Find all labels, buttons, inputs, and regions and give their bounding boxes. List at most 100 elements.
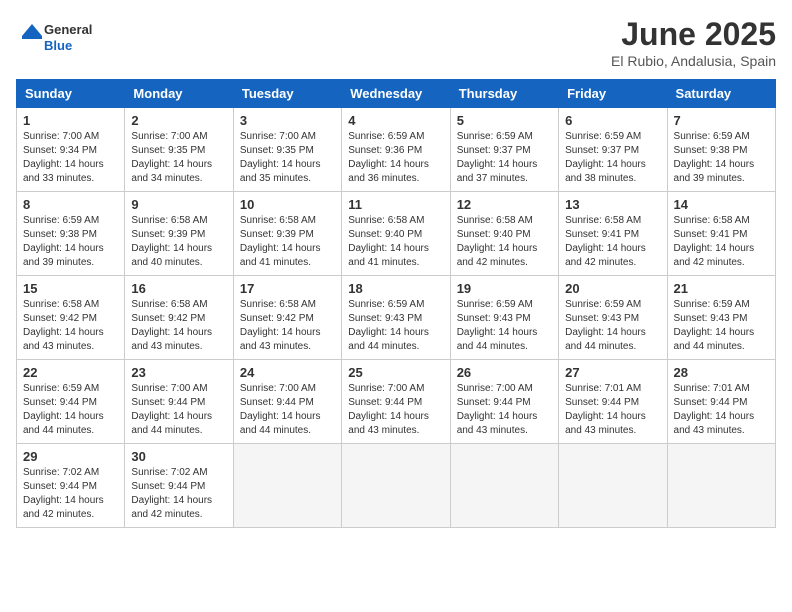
day-info: Sunrise: 6:58 AMSunset: 9:40 PMDaylight:…	[348, 214, 443, 270]
day-info: Sunrise: 6:59 AMSunset: 9:43 PMDaylight:…	[674, 298, 769, 354]
day-number: 12	[457, 197, 552, 212]
calendar-day-cell: 14 Sunrise: 6:58 AMSunset: 9:41 PMDayligh…	[667, 192, 775, 276]
day-info: Sunrise: 6:58 AMSunset: 9:42 PMDaylight:…	[23, 298, 118, 354]
day-number: 6	[565, 113, 660, 128]
calendar-day-cell: 25 Sunrise: 7:00 AMSunset: 9:44 PMDayligh…	[342, 360, 450, 444]
weekday-header: Friday	[559, 80, 667, 108]
calendar-day-cell: 26 Sunrise: 7:00 AMSunset: 9:44 PMDayligh…	[450, 360, 558, 444]
weekday-header: Sunday	[17, 80, 125, 108]
svg-text:General: General	[44, 22, 92, 37]
day-number: 13	[565, 197, 660, 212]
calendar-day-cell: 24Sunrise: 7:00 AMSunset: 9:44 PMDayligh…	[233, 360, 341, 444]
day-info: Sunrise: 6:59 AMSunset: 9:38 PMDaylight:…	[23, 214, 118, 270]
day-info: Sunrise: 6:59 AMSunset: 9:43 PMDaylight:…	[457, 298, 552, 354]
day-number: 10	[240, 197, 335, 212]
day-info: Sunrise: 7:00 AMSunset: 9:44 PMDaylight:…	[348, 382, 443, 438]
day-info: Sunrise: 7:00 AMSunset: 9:44 PMDaylight:…	[457, 382, 552, 438]
calendar-day-cell: 21 Sunrise: 6:59 AMSunset: 9:43 PMDayligh…	[667, 276, 775, 360]
location-title: El Rubio, Andalusia, Spain	[611, 53, 776, 69]
day-number: 22	[23, 365, 118, 380]
month-title: June 2025	[611, 16, 776, 53]
day-number: 9	[131, 197, 226, 212]
day-info: Sunrise: 6:58 AMSunset: 9:42 PMDaylight:…	[131, 298, 226, 354]
day-info: Sunrise: 6:59 AMSunset: 9:38 PMDaylight:…	[674, 130, 769, 186]
day-number: 14	[674, 197, 769, 212]
day-info: Sunrise: 7:00 AMSunset: 9:44 PMDaylight:…	[131, 382, 226, 438]
calendar-day-cell	[559, 444, 667, 528]
calendar-day-cell: 9 Sunrise: 6:58 AMSunset: 9:39 PMDaylight…	[125, 192, 233, 276]
day-number: 25	[348, 365, 443, 380]
calendar-day-cell: 23 Sunrise: 7:00 AMSunset: 9:44 PMDayligh…	[125, 360, 233, 444]
day-info: Sunrise: 6:58 AMSunset: 9:41 PMDaylight:…	[565, 214, 660, 270]
calendar-week-row: 22Sunrise: 6:59 AMSunset: 9:44 PMDayligh…	[17, 360, 776, 444]
calendar-day-cell: 15 Sunrise: 6:58 AMSunset: 9:42 PMDayligh…	[17, 276, 125, 360]
day-number: 29	[23, 449, 118, 464]
logo-svg: General Blue	[16, 16, 106, 61]
calendar-week-row: 29 Sunrise: 7:02 AMSunset: 9:44 PMDayligh…	[17, 444, 776, 528]
weekday-header: Monday	[125, 80, 233, 108]
day-number: 17	[240, 281, 335, 296]
calendar-day-cell: 30Sunrise: 7:02 AMSunset: 9:44 PMDayligh…	[125, 444, 233, 528]
day-number: 27	[565, 365, 660, 380]
calendar-day-cell	[450, 444, 558, 528]
weekday-header: Thursday	[450, 80, 558, 108]
calendar-day-cell: 8 Sunrise: 6:59 AMSunset: 9:38 PMDaylight…	[17, 192, 125, 276]
day-info: Sunrise: 7:01 AMSunset: 9:44 PMDaylight:…	[674, 382, 769, 438]
calendar-day-cell: 27 Sunrise: 7:01 AMSunset: 9:44 PMDayligh…	[559, 360, 667, 444]
day-number: 15	[23, 281, 118, 296]
day-number: 28	[674, 365, 769, 380]
day-info: Sunrise: 6:58 AMSunset: 9:41 PMDaylight:…	[674, 214, 769, 270]
day-info: Sunrise: 6:58 AMSunset: 9:40 PMDaylight:…	[457, 214, 552, 270]
calendar-week-row: 1Sunrise: 7:00 AMSunset: 9:34 PMDaylight…	[17, 108, 776, 192]
day-number: 16	[131, 281, 226, 296]
day-info: Sunrise: 6:58 AMSunset: 9:39 PMDaylight:…	[131, 214, 226, 270]
calendar-week-row: 8 Sunrise: 6:59 AMSunset: 9:38 PMDaylight…	[17, 192, 776, 276]
calendar-day-cell: 12 Sunrise: 6:58 AMSunset: 9:40 PMDayligh…	[450, 192, 558, 276]
calendar-day-cell	[342, 444, 450, 528]
day-info: Sunrise: 7:00 AMSunset: 9:35 PMDaylight:…	[131, 130, 226, 186]
calendar-day-cell: 3 Sunrise: 7:00 AMSunset: 9:35 PMDaylight…	[233, 108, 341, 192]
calendar-day-cell	[233, 444, 341, 528]
day-info: Sunrise: 6:59 AMSunset: 9:43 PMDaylight:…	[565, 298, 660, 354]
calendar-day-cell: 16 Sunrise: 6:58 AMSunset: 9:42 PMDayligh…	[125, 276, 233, 360]
calendar-day-cell: 4Sunrise: 6:59 AMSunset: 9:36 PMDaylight…	[342, 108, 450, 192]
weekday-header: Wednesday	[342, 80, 450, 108]
calendar-week-row: 15 Sunrise: 6:58 AMSunset: 9:42 PMDayligh…	[17, 276, 776, 360]
day-info: Sunrise: 7:02 AMSunset: 9:44 PMDaylight:…	[23, 466, 118, 522]
day-number: 23	[131, 365, 226, 380]
weekday-header: Tuesday	[233, 80, 341, 108]
calendar-day-cell: 1Sunrise: 7:00 AMSunset: 9:34 PMDaylight…	[17, 108, 125, 192]
calendar-day-cell: 19 Sunrise: 6:59 AMSunset: 9:43 PMDayligh…	[450, 276, 558, 360]
day-number: 11	[348, 197, 443, 212]
day-number: 19	[457, 281, 552, 296]
svg-text:Blue: Blue	[44, 38, 72, 53]
title-area: June 2025 El Rubio, Andalusia, Spain	[611, 16, 776, 69]
calendar-day-cell	[667, 444, 775, 528]
day-number: 20	[565, 281, 660, 296]
logo: General Blue	[16, 16, 106, 61]
day-info: Sunrise: 6:59 AMSunset: 9:43 PMDaylight:…	[348, 298, 443, 354]
day-number: 18	[348, 281, 443, 296]
day-info: Sunrise: 7:02 AMSunset: 9:44 PMDaylight:…	[131, 466, 226, 522]
day-info: Sunrise: 7:00 AMSunset: 9:35 PMDaylight:…	[240, 130, 335, 186]
calendar-day-cell: 22Sunrise: 6:59 AMSunset: 9:44 PMDayligh…	[17, 360, 125, 444]
day-info: Sunrise: 6:58 AMSunset: 9:39 PMDaylight:…	[240, 214, 335, 270]
day-number: 3	[240, 113, 335, 128]
calendar-day-cell: 28 Sunrise: 7:01 AMSunset: 9:44 PMDayligh…	[667, 360, 775, 444]
day-info: Sunrise: 6:59 AMSunset: 9:36 PMDaylight:…	[348, 130, 443, 186]
day-info: Sunrise: 7:01 AMSunset: 9:44 PMDaylight:…	[565, 382, 660, 438]
calendar-day-cell: 29 Sunrise: 7:02 AMSunset: 9:44 PMDayligh…	[17, 444, 125, 528]
header: General Blue June 2025 El Rubio, Andalus…	[16, 16, 776, 69]
day-number: 8	[23, 197, 118, 212]
day-number: 5	[457, 113, 552, 128]
day-info: Sunrise: 6:58 AMSunset: 9:42 PMDaylight:…	[240, 298, 335, 354]
calendar-day-cell: 11 Sunrise: 6:58 AMSunset: 9:40 PMDayligh…	[342, 192, 450, 276]
calendar-table: SundayMondayTuesdayWednesdayThursdayFrid…	[16, 79, 776, 528]
day-number: 21	[674, 281, 769, 296]
day-info: Sunrise: 6:59 AMSunset: 9:37 PMDaylight:…	[565, 130, 660, 186]
calendar-day-cell: 13 Sunrise: 6:58 AMSunset: 9:41 PMDayligh…	[559, 192, 667, 276]
day-number: 26	[457, 365, 552, 380]
day-number: 1	[23, 113, 118, 128]
day-info: Sunrise: 6:59 AMSunset: 9:37 PMDaylight:…	[457, 130, 552, 186]
calendar-day-cell: 5 Sunrise: 6:59 AMSunset: 9:37 PMDaylight…	[450, 108, 558, 192]
